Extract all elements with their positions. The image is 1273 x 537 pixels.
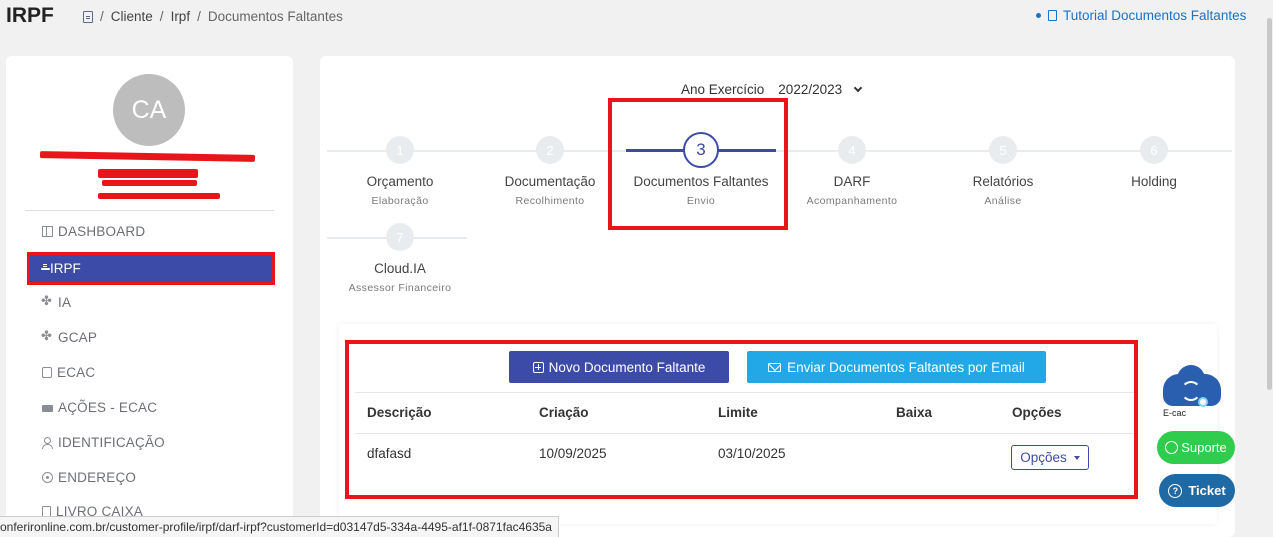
breadcrumb-current: Documentos Faltantes xyxy=(207,9,343,24)
step-title: Holding xyxy=(1131,174,1177,189)
sidebar-divider xyxy=(25,210,274,211)
step-subtitle: Análise xyxy=(984,195,1022,207)
question-icon: ? xyxy=(1168,483,1183,498)
step-cloud-ia[interactable]: 7 Cloud.IA Assessor Financeiro xyxy=(325,223,475,294)
breadcrumb: / Cliente / Irpf / Documentos Faltantes xyxy=(83,9,343,24)
user-icon xyxy=(42,437,53,449)
clover-icon xyxy=(41,328,53,344)
sidebar-item-endereco[interactable]: ENDEREÇO xyxy=(42,470,136,485)
clover-icon xyxy=(41,293,53,309)
year-selector: Ano Exercício 2022/2023 xyxy=(681,82,863,97)
sidebar-item-acoes-ecac[interactable]: AÇÕES - ECAC xyxy=(42,400,157,415)
year-select[interactable]: 2022/2023 xyxy=(778,82,863,97)
bullet-icon xyxy=(1036,13,1041,18)
whatsapp-icon xyxy=(1165,441,1179,454)
scrollbar-thumb[interactable] xyxy=(1267,18,1272,390)
step-relatorios[interactable]: 5 Relatórios Análise xyxy=(928,136,1078,207)
step-subtitle: Elaboração xyxy=(371,195,429,207)
book-icon xyxy=(1048,10,1057,21)
sidebar-item-irpf[interactable]: IRPF xyxy=(27,252,275,285)
sidebar-item-gcap[interactable]: GCAP xyxy=(41,328,97,345)
breadcrumb-irpf[interactable]: Irpf xyxy=(171,9,191,24)
location-icon xyxy=(42,472,53,483)
redacted-id xyxy=(102,180,197,186)
main-panel: Ano Exercício 2022/2023 1 Orçamento Elab… xyxy=(320,56,1235,537)
step-title: Documentação xyxy=(504,174,596,189)
redacted-name xyxy=(39,151,256,162)
step-number: 2 xyxy=(536,136,564,164)
sidebar: CA DASHBOARD IRPF IA GCAP ECAC AÇÕES - E… xyxy=(6,56,293,537)
step-title: Orçamento xyxy=(366,174,434,189)
redacted-phone xyxy=(98,193,220,199)
step-subtitle: Recolhimento xyxy=(515,195,585,207)
magnifier-icon xyxy=(1198,397,1208,407)
document-icon xyxy=(41,267,50,270)
sidebar-item-dashboard[interactable]: DASHBOARD xyxy=(42,224,145,239)
redacted-name-2 xyxy=(98,169,198,178)
page-title: IRPF xyxy=(6,4,54,27)
support-button[interactable]: Suporte xyxy=(1157,431,1235,464)
link-status-bar: onferironline.com.br/customer-profile/ir… xyxy=(0,516,559,537)
breadcrumb-cliente[interactable]: Cliente xyxy=(111,9,153,24)
step-subtitle: Acompanhamento xyxy=(806,195,898,207)
step-documentacao[interactable]: 2 Documentação Recolhimento xyxy=(475,136,625,207)
chevron-down-icon xyxy=(853,83,863,92)
step-holding[interactable]: 6 Holding xyxy=(1079,136,1229,195)
step-number: 4 xyxy=(838,136,866,164)
tablet-icon xyxy=(42,367,52,378)
money-icon xyxy=(42,402,53,413)
sidebar-item-identificacao[interactable]: IDENTIFICAÇÃO xyxy=(42,435,165,450)
step-orcamento[interactable]: 1 Orçamento Elaboração xyxy=(325,136,475,207)
tutorial-link[interactable]: Tutorial Documentos Faltantes xyxy=(1036,8,1246,23)
avatar: CA xyxy=(113,74,185,146)
step-title: Cloud.IA xyxy=(374,261,426,276)
step-number: 7 xyxy=(386,223,414,251)
active-step-highlight xyxy=(608,98,788,230)
ticket-button[interactable]: ? Ticket xyxy=(1159,474,1235,507)
step-subtitle: Assessor Financeiro xyxy=(348,282,452,294)
sidebar-item-ia[interactable]: IA xyxy=(41,293,71,310)
ecac-label: E-cac xyxy=(1163,408,1187,418)
step-number: 5 xyxy=(989,136,1017,164)
document-icon[interactable] xyxy=(83,10,93,23)
year-label: Ano Exercício xyxy=(681,82,765,97)
ecac-widget[interactable]: E-cac xyxy=(1161,365,1223,420)
dashboard-icon xyxy=(42,226,53,237)
step-title: Relatórios xyxy=(972,174,1034,189)
step-darf[interactable]: 4 DARF Acompanhamento xyxy=(777,136,927,207)
step-title: DARF xyxy=(833,174,871,189)
tutorial-link-label: Tutorial Documentos Faltantes xyxy=(1063,8,1247,23)
step-number: 6 xyxy=(1140,136,1168,164)
card-highlight xyxy=(345,340,1138,499)
sidebar-item-ecac[interactable]: ECAC xyxy=(42,365,95,380)
step-number: 1 xyxy=(386,136,414,164)
